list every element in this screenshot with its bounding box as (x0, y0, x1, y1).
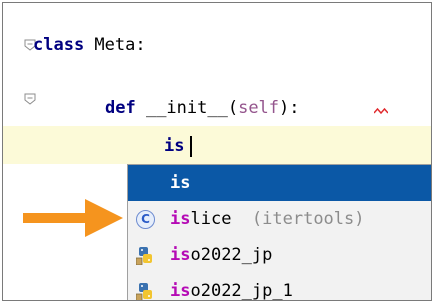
fold-marker-icon[interactable] (24, 93, 36, 105)
typed-text: is (164, 136, 185, 156)
completion-item-iso2022-jp-1[interactable]: iso2022_jp_1 (128, 273, 431, 301)
completion-item-rest: o2022_jp (190, 245, 273, 265)
function-name: __init__( (135, 98, 239, 118)
code-line-def: def __init__(self): (105, 98, 300, 118)
keyword-class: class (33, 35, 85, 55)
keyword-def: def (105, 98, 136, 118)
match-prefix: is (170, 281, 191, 301)
match-prefix: is (170, 209, 191, 229)
python-module-icon (136, 283, 152, 300)
code-line-class: class Meta: (33, 35, 146, 55)
completion-item-rest: o2022_jp_1 (190, 281, 293, 301)
match-prefix: is (170, 245, 191, 265)
match-prefix: is (170, 173, 191, 193)
completion-item-iso2022-jp[interactable]: iso2022_jp (128, 237, 431, 273)
code-line-typed: is (164, 136, 184, 156)
completion-item-label: iso2022_jp (170, 237, 272, 273)
completion-item-islice[interactable]: C islice (itertools) (128, 201, 431, 237)
completion-popup[interactable]: is C islice (itertools) iso2022_jp iso20… (127, 164, 431, 301)
completion-item-is[interactable]: is (128, 165, 431, 201)
self-parameter: self (238, 98, 280, 118)
annotation-arrow-icon (23, 199, 123, 237)
class-icon: C (136, 210, 155, 229)
completion-item-label: iso2022_jp_1 (170, 273, 293, 301)
completion-item-label: islice (itertools) (170, 201, 365, 237)
completion-item-label: is (170, 165, 190, 201)
editor-pane[interactable]: class Meta: def __init__(self): is is C … (2, 2, 432, 301)
function-signature-end: ): (279, 98, 300, 118)
text-caret (190, 136, 192, 157)
completion-item-module: (itertools) (231, 209, 365, 229)
current-line-highlight (3, 126, 431, 164)
completion-item-rest: lice (190, 209, 232, 229)
error-squiggle-icon (374, 107, 388, 115)
python-module-icon (136, 247, 152, 265)
class-declaration: Meta: (84, 35, 146, 55)
